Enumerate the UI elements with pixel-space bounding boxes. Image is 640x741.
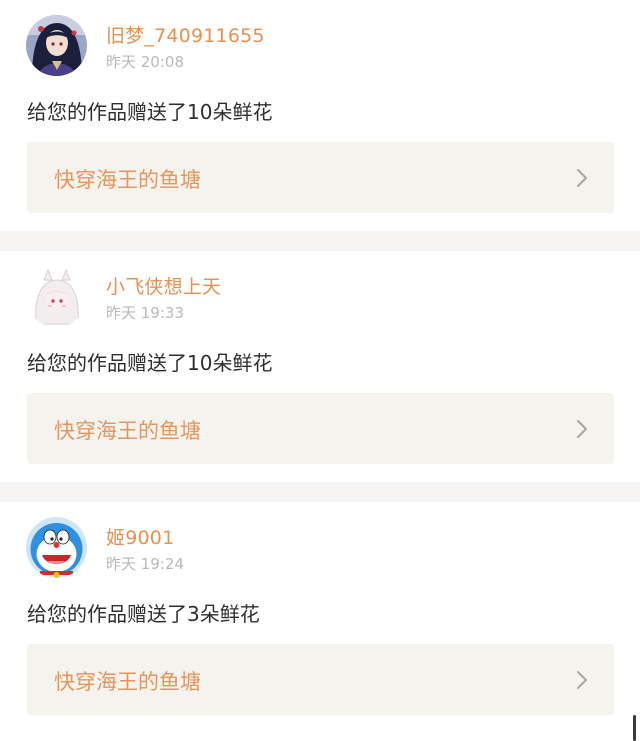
book-title: 快穿海王的鱼塘 — [54, 168, 201, 192]
timestamp: 昨天 20:08 — [106, 53, 184, 71]
scrollbar[interactable] — [633, 715, 636, 741]
chevron-right-icon — [577, 671, 587, 689]
timestamp: 昨天 19:33 — [106, 304, 184, 322]
gift-message: 给您的作品赠送了10朵鲜花 — [27, 351, 273, 375]
section-divider — [0, 482, 640, 502]
chevron-right-icon — [577, 169, 587, 187]
avatar[interactable] — [26, 15, 87, 76]
book-title: 快穿海王的鱼塘 — [54, 419, 201, 443]
book-title: 快穿海王的鱼塘 — [54, 670, 201, 694]
username[interactable]: 姬9001 — [106, 523, 174, 550]
book-link[interactable]: 快穿海王的鱼塘 — [27, 644, 614, 715]
notification-card: 姬9001 昨天 19:24 给您的作品赠送了3朵鲜花 快穿海王的鱼塘 — [0, 502, 640, 733]
gift-message: 给您的作品赠送了3朵鲜花 — [27, 602, 260, 626]
book-link[interactable]: 快穿海王的鱼塘 — [27, 393, 614, 464]
notification-card: 小飞侠想上天 昨天 19:33 给您的作品赠送了10朵鲜花 快穿海王的鱼塘 — [0, 251, 640, 482]
username[interactable]: 小飞侠想上天 — [106, 272, 221, 299]
timestamp: 昨天 19:24 — [106, 555, 184, 573]
section-divider — [0, 231, 640, 251]
avatar[interactable] — [26, 517, 87, 578]
notification-feed: 旧梦_740911655 昨天 20:08 给您的作品赠送了10朵鲜花 快穿海王… — [0, 0, 640, 741]
book-link[interactable]: 快穿海王的鱼塘 — [27, 142, 614, 213]
username[interactable]: 旧梦_740911655 — [106, 21, 265, 48]
gift-message: 给您的作品赠送了10朵鲜花 — [27, 100, 273, 124]
notification-card: 旧梦_740911655 昨天 20:08 给您的作品赠送了10朵鲜花 快穿海王… — [0, 0, 640, 231]
avatar[interactable] — [26, 266, 87, 327]
chevron-right-icon — [577, 420, 587, 438]
